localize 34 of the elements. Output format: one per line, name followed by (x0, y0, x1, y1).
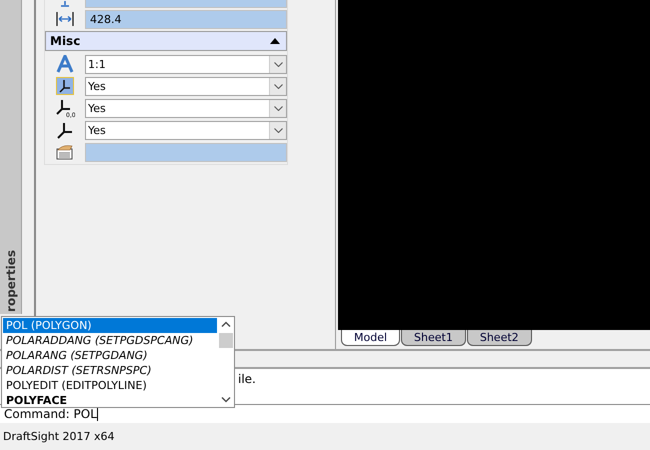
autocomplete-item[interactable]: POLARDIST (SETRSNPSPC) (3, 363, 217, 378)
side-panel-tab[interactable]: roperties (0, 0, 22, 314)
scrollbar-thumb[interactable] (219, 333, 233, 348)
autocomplete-item[interactable]: POLARANG (SETPGDANG) (3, 348, 217, 363)
width-icon (56, 12, 74, 26)
chevron-down-icon (274, 128, 282, 132)
autocomplete-item[interactable]: POLYFACE (3, 393, 217, 408)
scroll-down-icon[interactable] (221, 397, 231, 403)
property-dropdown[interactable]: 1:1 (85, 54, 287, 74)
text-scale-icon (56, 55, 74, 73)
chevron-down-icon (274, 106, 282, 110)
property-dropdown[interactable]: Yes (85, 76, 287, 96)
autocomplete-item[interactable]: POL (POLYGON) (3, 318, 217, 333)
property-field[interactable] (85, 142, 287, 162)
history-line: ile. (238, 372, 256, 386)
autocomplete-item[interactable]: POLYEDIT (EDITPOLYLINE) (3, 378, 217, 393)
autocomplete-item[interactable]: POLARADDANG (SETPGDSPCANG) (3, 333, 217, 348)
command-input[interactable]: Command: POL (0, 405, 650, 423)
chevron-down-icon (274, 84, 282, 88)
status-text: DraftSight 2017 x64 (2, 429, 116, 445)
axes-icon (56, 121, 74, 139)
layout-tab[interactable]: Sheet1 (401, 330, 466, 346)
hand-document-icon (56, 144, 74, 160)
collapse-arrow-icon (270, 38, 280, 44)
drawing-canvas[interactable] (338, 0, 650, 330)
section-header[interactable]: Misc (45, 31, 287, 51)
property-dropdown[interactable]: Yes (85, 120, 287, 140)
layout-tab[interactable]: Sheet2 (466, 330, 532, 346)
property-dropdown[interactable]: Yes (85, 98, 287, 118)
layout-tab[interactable]: Model (341, 330, 400, 346)
chevron-down-icon (274, 62, 282, 66)
ucs-icon (56, 77, 74, 95)
property-field[interactable]: 428.4 (85, 10, 287, 28)
scroll-up-icon[interactable] (221, 321, 231, 327)
